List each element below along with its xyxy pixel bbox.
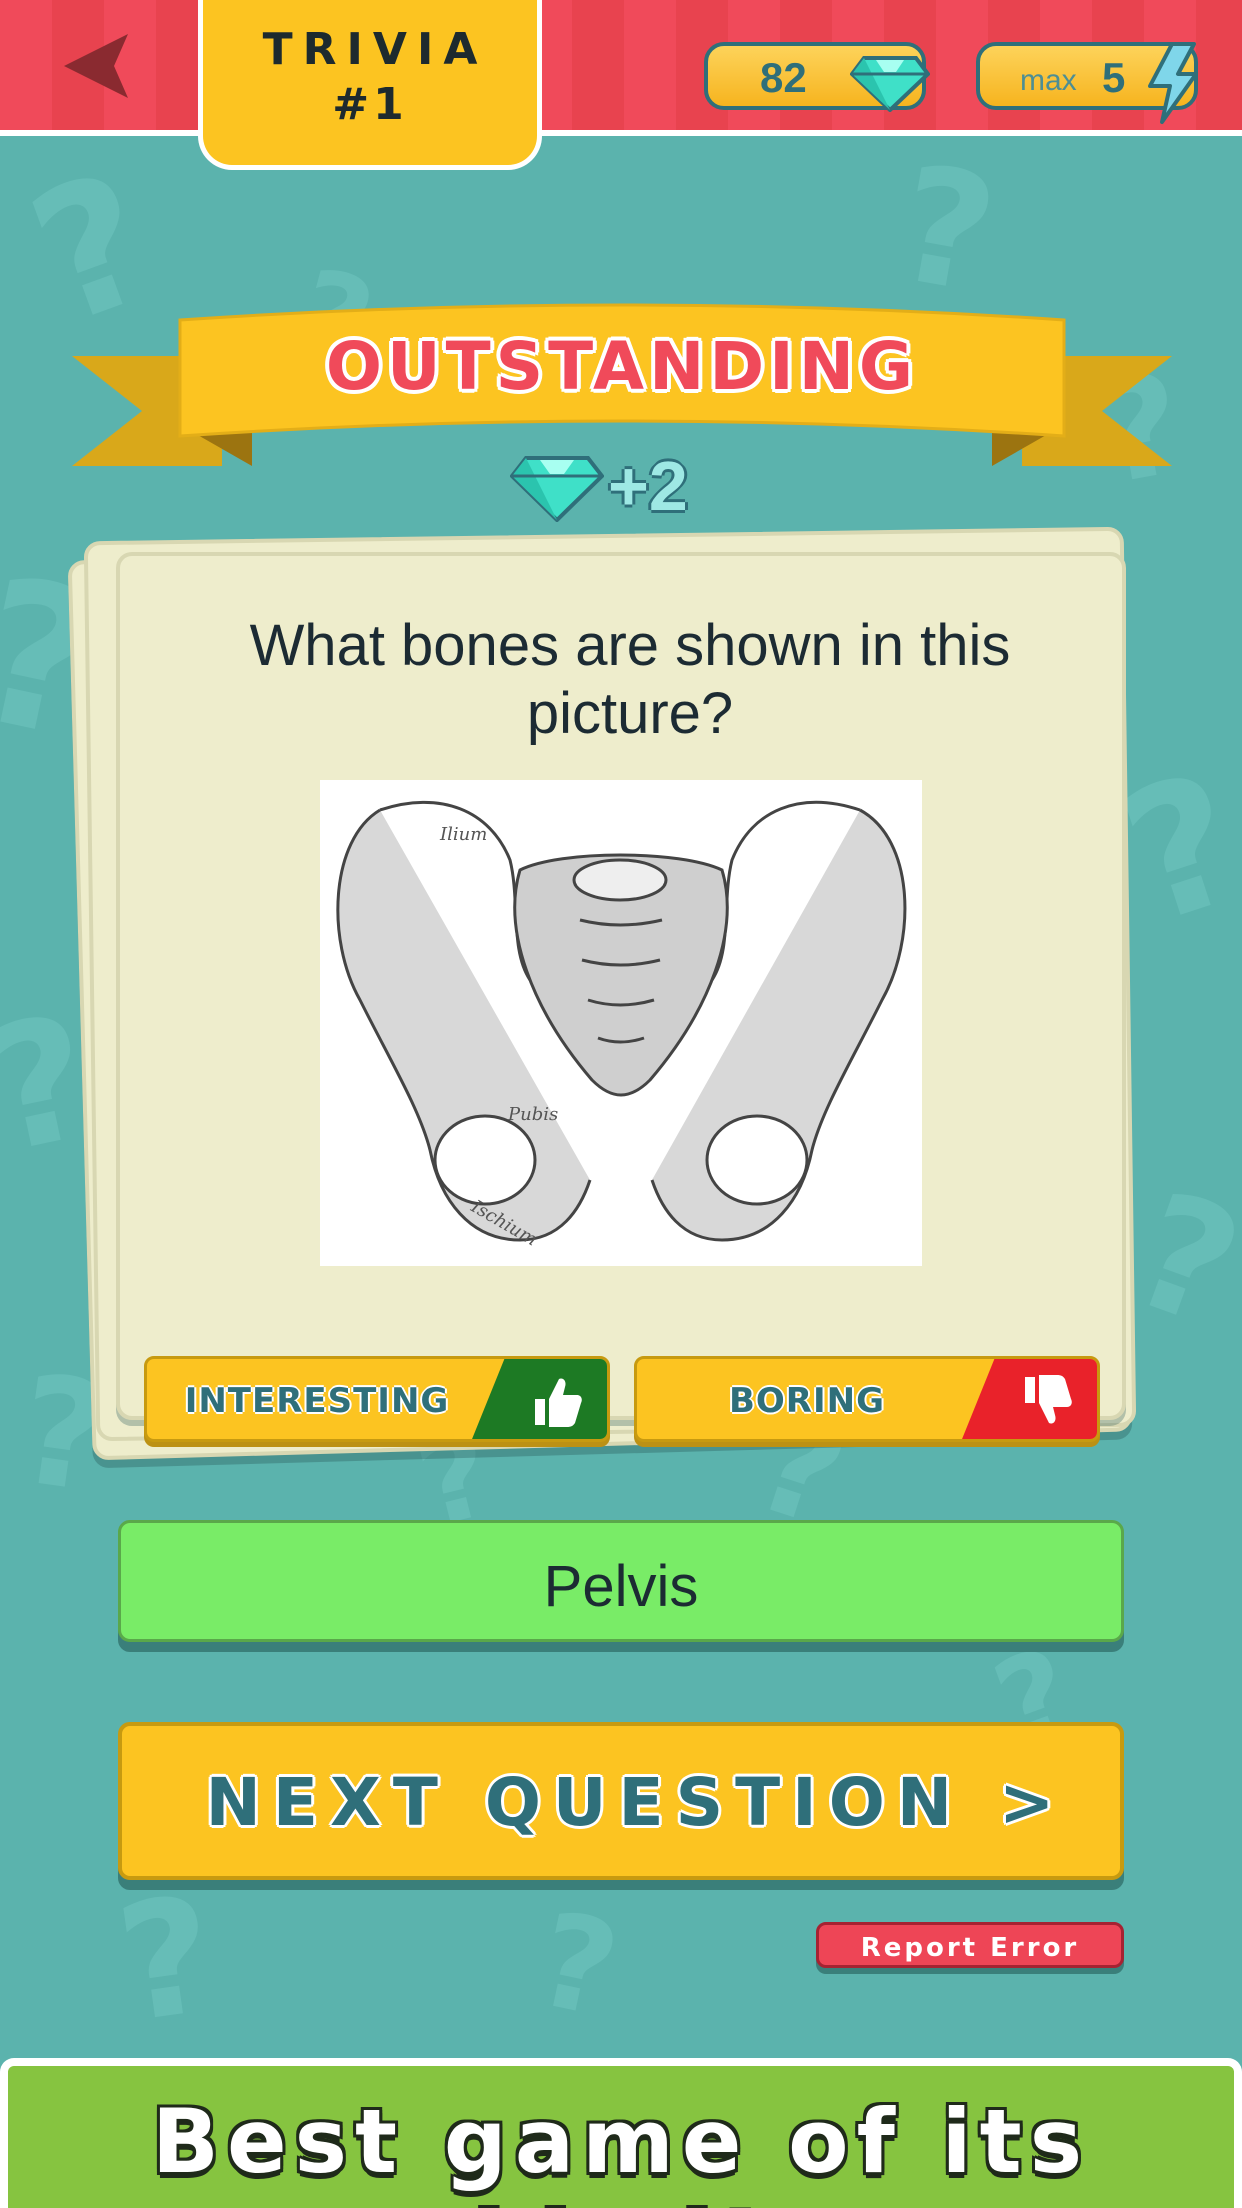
- thumbs-down-icon: [1025, 1375, 1072, 1424]
- trivia-number: #1: [332, 79, 408, 130]
- diamond-icon: [850, 56, 930, 112]
- reward-amount: +2: [608, 447, 688, 525]
- gems-counter[interactable]: 82: [704, 42, 930, 112]
- top-bar: 82 max 5: [0, 0, 1242, 136]
- question-text: What bones are shown in this picture?: [249, 613, 1011, 746]
- card-front: What bones are shown in this picture? Il…: [116, 552, 1126, 1442]
- image-label-pubis: Pubis: [507, 1104, 558, 1125]
- trivia-tab: TRIVIA #1: [198, 0, 542, 170]
- reward-indicator: +2: [510, 446, 720, 526]
- banner-title: OUTSTANDING: [325, 328, 919, 405]
- image-label-ilium: Ilium: [439, 824, 487, 845]
- back-button[interactable]: [58, 30, 138, 102]
- pelvis-illustration: Ilium Pubis Ischium: [336, 800, 907, 1251]
- report-error-button[interactable]: Report Error: [816, 1922, 1124, 1968]
- trivia-title: TRIVIA: [262, 24, 488, 75]
- back-arrow-icon: [64, 34, 128, 98]
- energy-max-label: max: [1020, 64, 1077, 97]
- gem-count: 82: [760, 54, 807, 101]
- thumbs-up-icon: [535, 1378, 582, 1427]
- interesting-label: INTERESTING: [184, 1381, 450, 1421]
- report-error-label: Report Error: [860, 1933, 1080, 1963]
- next-question-button[interactable]: NEXT QUESTION >: [118, 1722, 1124, 1880]
- diamond-icon: [510, 456, 604, 522]
- next-question-label: NEXT QUESTION >: [205, 1764, 1067, 1841]
- interesting-button[interactable]: INTERESTING: [144, 1356, 610, 1442]
- answer-text: Pelvis: [543, 1554, 699, 1619]
- boring-label: BORING: [728, 1381, 885, 1421]
- energy-value: 5: [1102, 54, 1126, 101]
- answer-result: Pelvis: [118, 1520, 1124, 1642]
- promo-text: Best game of its kind!: [151, 2090, 1091, 2208]
- question-card: What bones are shown in this picture? Il…: [67, 516, 1142, 1461]
- boring-button[interactable]: BORING: [634, 1356, 1100, 1442]
- lightning-icon: [1148, 42, 1198, 124]
- question-image: Ilium Pubis Ischium: [320, 780, 922, 1266]
- energy-counter[interactable]: max 5: [976, 42, 1198, 124]
- promo-banner: Best game of its kind!: [0, 2058, 1242, 2208]
